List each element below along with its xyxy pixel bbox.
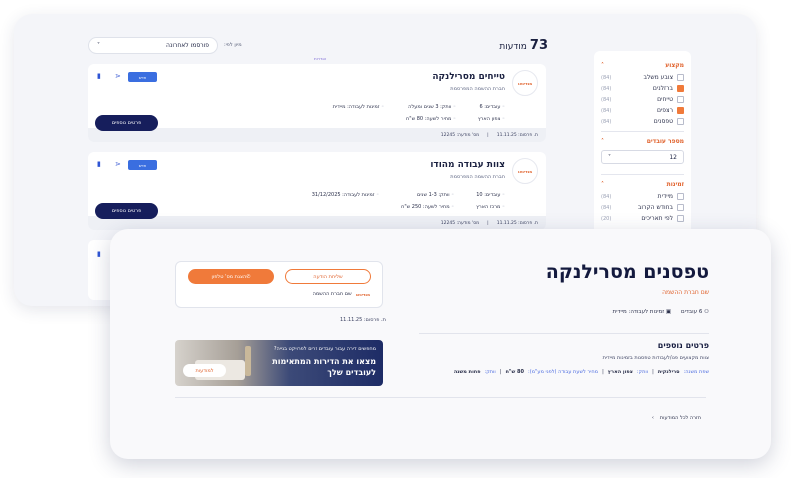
chevron-down-icon: ˅ [608,153,611,161]
checkbox[interactable] [677,204,684,211]
details-button[interactable]: פרטים נוספים [95,115,158,131]
banner-button[interactable]: למודעות [183,364,226,377]
checkbox[interactable] [677,74,684,81]
sort-label: מיון לפי: [224,42,242,48]
users-icon: ⚇ [702,309,709,315]
checkbox[interactable] [677,85,684,92]
chevron-left-icon: › [651,415,654,421]
card-subtitle: חברת ההשמה המפרסמת [450,86,505,92]
company-logo: מנדינאו [512,158,538,184]
calendar-icon: ▣ [664,309,672,315]
new-badge: חדש [128,72,157,82]
checkbox[interactable] [677,107,684,114]
filter-group-title[interactable]: מספר עובדים ˄ [601,138,684,145]
listing-detail-page: טפסנים מסרילנקה שם חברת ההשמה ⚇ 6 עובדים… [110,229,771,459]
sort-select[interactable]: פורסמו לאחרונה ˅ [88,36,218,54]
card-title[interactable]: טייחים מסרילנקה [432,72,505,82]
checkbox[interactable] [677,96,684,103]
filter-option[interactable]: טייחים (84) [601,96,684,103]
checkbox[interactable] [677,118,684,125]
divider [175,397,706,398]
card-footer: ת. פרסום: 11.11.25 | מס' מודעה: 12245 [88,216,546,230]
more-details-text: צוות מקצועים פנו/לעבודות טפסנות בזמינות … [602,355,709,361]
company-logo: מנדינאו [512,70,538,96]
card-title[interactable]: צוות עבודה מהודו [430,160,505,170]
banner-kicker: מחפשים דירה עבור עובדים זרים לפרויקט בני… [273,346,376,352]
filter-group-title[interactable]: זמינות ˄ [601,181,684,188]
phone-icon: ✆ [246,273,251,280]
send-message-button[interactable]: שליחת הודעה [285,269,371,284]
bookmark-icon[interactable]: ▮ [97,160,101,168]
share-icon[interactable]: ⋖ [115,160,121,168]
listing-card[interactable]: מנדינאו טייחים מסרילנקה חברת ההשמה המפרס… [88,64,546,142]
filter-option[interactable]: צובע משלב (84) [601,74,684,81]
filter-option[interactable]: לפי תאריכים (20) [601,215,684,222]
divider [601,174,684,175]
details-button[interactable]: פרטים נוספים [95,203,158,219]
checkbox[interactable] [677,215,684,222]
banner-headline: מצאו את הדירות המתאימות לעובדים שלך [272,357,376,377]
card-subtitle: חברת ההשמה המפרסמת [450,174,505,180]
filter-option[interactable]: ברזלנים (84) [601,85,684,92]
more-details-title: פרטים נוספים [657,341,709,350]
workers-count: ⚇ 6 עובדים [681,309,709,315]
card-footer: ת. פרסום: 11.11.25 | מס' מודעה: 12245 [88,128,546,142]
detail-meta: ⚇ 6 עובדים ▣ זמינות לעבודה: מיידית [613,309,709,315]
bookmark-icon[interactable]: ▮ [97,72,101,80]
sort-control: מיון לפי: פורסמו לאחרונה ˅ [88,36,242,54]
contact-panel: שליחת הודעה ✆ הצגת מס' טלפון מנדינאו שם ח… [175,261,383,308]
publish-date: ת. פרסום: 11.11.25 [340,317,386,323]
bookmark-icon[interactable]: ▮ [97,250,101,258]
workers-count-select[interactable]: 12 ˅ [601,150,684,164]
card-meta: עובדים: 6וותק: 3 שנים ומעלהזמינות לעבודה… [333,104,505,122]
details-tags: שפת משנה: סרילנקית | וותק: צפון הארץ | מחיר … [453,369,709,375]
share-icon[interactable]: ⋖ [115,72,121,80]
card-meta: עובדים: 10וותק: 1-3 שניםזמינות לעבודה: 3… [312,192,505,210]
filter-group-title[interactable]: מקצוע ˄ [601,62,684,69]
results-count: 73מודעות [499,37,548,53]
listing-card[interactable]: מנדינאו צוות עבודה מהודו חברת ההשמה המפר… [88,152,546,230]
company-logo: מנדינאו [355,291,370,297]
filter-option[interactable]: טפסנים (84) [601,118,684,125]
divider [601,131,684,132]
availability: ▣ זמינות לעבודה: מיידית [612,309,672,315]
panel-company: מנדינאו שם חברת ההשמה [312,291,370,297]
results-header: 73מודעות מיון לפי: פורסמו לאחרונה ˅ [88,36,548,54]
filter-option[interactable]: בחודש הקרוב (84) [601,204,684,211]
chevron-up-icon: ˄ [601,138,604,145]
checkbox[interactable] [677,193,684,200]
show-phone-button[interactable]: ✆ הצגת מס' טלפון [188,269,274,284]
chevron-up-icon: ˄ [601,181,604,188]
company-link[interactable]: שם חברת ההשמה [662,289,709,296]
chevron-down-icon: ˅ [97,41,100,49]
tiny-link[interactable]: הגדרות [314,56,326,61]
back-to-listings-link[interactable]: חזרה לכל המודעות › [652,415,701,421]
page-title: טפסנים מסרילנקה [545,261,709,283]
filters-sidebar: מקצוע ˄ צובע משלב (84) ברזלנים (84) טייחים(… [594,51,691,247]
chevron-up-icon: ˄ [601,62,604,69]
filter-option[interactable]: רצפים (84) [601,107,684,114]
housing-ad-banner[interactable]: מחפשים דירה עבור עובדים זרים לפרויקט בני… [175,340,383,386]
new-badge: חדש [128,160,157,170]
filter-option[interactable]: מיידית (84) [601,193,684,200]
divider [419,333,709,334]
